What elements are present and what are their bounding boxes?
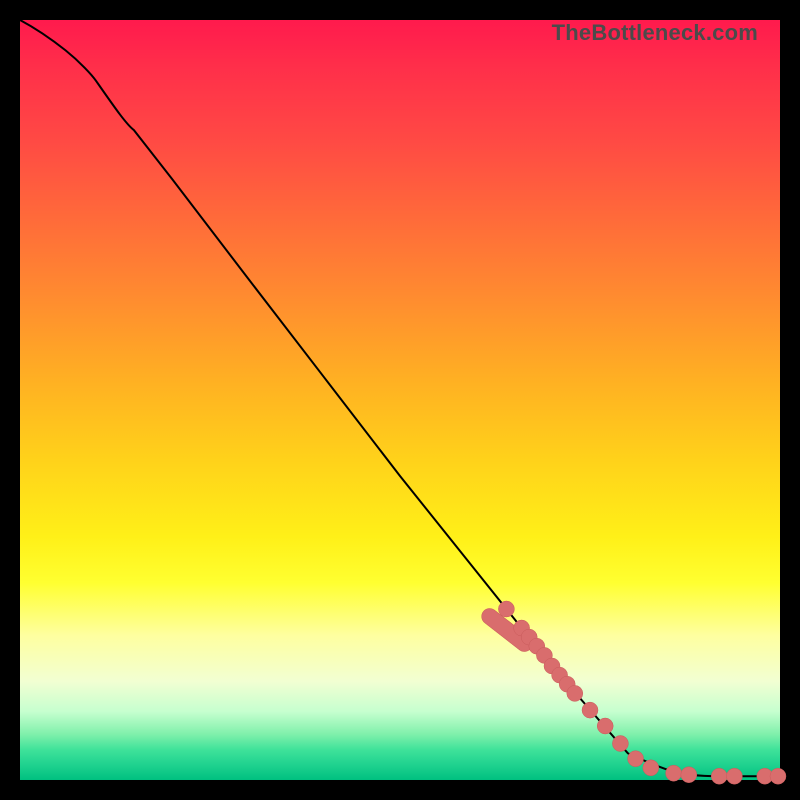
chart-frame: TheBottleneck.com <box>0 0 800 800</box>
chart-svg <box>20 20 780 780</box>
curve-line <box>20 20 780 776</box>
marker-cluster-upper <box>478 601 575 692</box>
marker-cluster-lower <box>628 751 697 783</box>
plot-area: TheBottleneck.com <box>20 20 780 780</box>
